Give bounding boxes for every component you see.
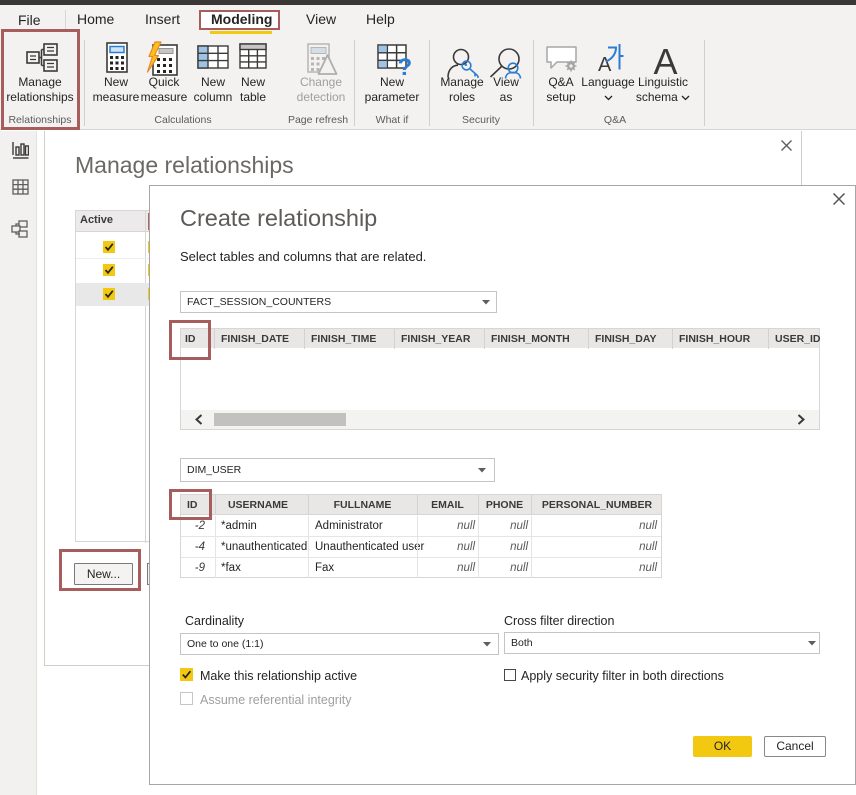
svg-text:A: A [654, 41, 678, 77]
svg-text:?: ? [398, 54, 412, 78]
svg-text:A: A [598, 54, 612, 76]
